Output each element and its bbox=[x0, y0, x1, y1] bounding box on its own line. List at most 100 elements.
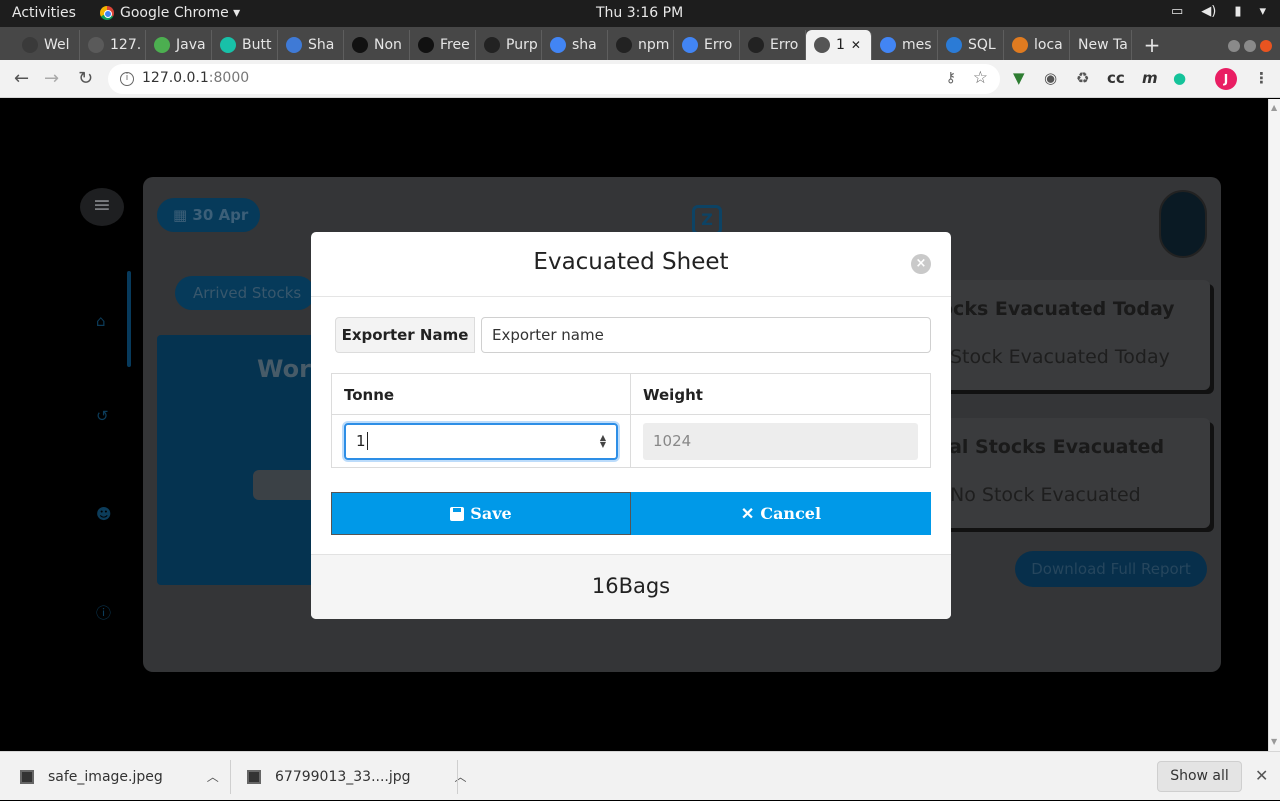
browser-tab[interactable]: 127. bbox=[80, 30, 146, 60]
total-evacuated-value: No Stock Evacuated bbox=[950, 484, 1141, 506]
info-circle-icon[interactable]: ⓘ bbox=[96, 602, 111, 623]
back-icon[interactable]: ← bbox=[14, 68, 29, 89]
tab-strip: Wel 127. Java Butt Sha Non Free Purp sha npm Erro E… bbox=[0, 27, 1280, 60]
scroll-up-icon[interactable]: ▲ bbox=[1271, 103, 1277, 112]
tonne-input[interactable]: 1 ▲ ▼ bbox=[344, 423, 618, 460]
system-tray[interactable]: ▭ ◀) ▮ ▾ bbox=[1171, 4, 1266, 19]
tab-label: Non bbox=[374, 37, 402, 53]
favicon-icon bbox=[616, 37, 632, 53]
browser-tab[interactable]: npm bbox=[608, 30, 674, 60]
tab-label: SQL bbox=[968, 37, 996, 53]
favicon-icon bbox=[682, 37, 698, 53]
table-header: Tonne Weight bbox=[332, 374, 930, 415]
tab-label: mes bbox=[902, 37, 932, 53]
tonne-header: Tonne bbox=[332, 374, 631, 414]
browser-tab[interactable]: Java bbox=[146, 30, 212, 60]
tab-label: 1 bbox=[836, 37, 845, 53]
divider bbox=[230, 760, 231, 794]
system-top-bar: Activities Google Chrome ▾ Thu 3:16 PM ▭… bbox=[0, 0, 1280, 27]
url-host: 127.0.0.1 bbox=[142, 70, 209, 86]
weight-input: 1024 bbox=[643, 423, 918, 460]
save-icon bbox=[450, 506, 465, 521]
user-avatar[interactable] bbox=[1159, 190, 1207, 258]
browser-tab[interactable]: Free bbox=[410, 30, 476, 60]
tab-label: Erro bbox=[770, 37, 799, 53]
tonne-value: 1 bbox=[356, 432, 366, 450]
date-badge: ▦ 30 Apr bbox=[157, 198, 260, 232]
tab-label: Butt bbox=[242, 37, 272, 53]
evacuated-today-card: ocks Evacuated Today Stock Evacuated Tod… bbox=[930, 280, 1210, 390]
forward-icon[interactable]: → bbox=[44, 68, 59, 89]
menu-dots-icon[interactable]: ⋮ bbox=[1254, 69, 1269, 87]
profile-avatar[interactable]: J bbox=[1215, 68, 1237, 90]
battery-icon: ▮ bbox=[1234, 4, 1242, 19]
browser-tab[interactable]: 1 ✕ bbox=[806, 30, 872, 60]
recycle-icon[interactable]: ♻ bbox=[1076, 69, 1089, 87]
download-item[interactable]: safe_image.jpeg ︿ bbox=[20, 752, 219, 801]
vue-devtools-icon[interactable]: ▼ bbox=[1013, 69, 1025, 87]
key-icon[interactable]: ⚷ bbox=[946, 70, 956, 86]
history-icon[interactable]: ↺ bbox=[96, 407, 109, 425]
favicon-icon bbox=[550, 37, 566, 53]
page-scrollbar[interactable]: ▲ ▼ bbox=[1268, 99, 1280, 751]
tab-label: loca bbox=[1034, 37, 1063, 53]
m-extension-icon[interactable]: m bbox=[1142, 69, 1158, 87]
grammarly-icon[interactable]: ● bbox=[1173, 69, 1186, 87]
activities-button[interactable]: Activities bbox=[12, 5, 76, 21]
browser-tab[interactable]: Wel bbox=[14, 30, 80, 60]
browser-tab[interactable]: Sha bbox=[278, 30, 344, 60]
close-window-icon[interactable] bbox=[1260, 40, 1272, 52]
new-tab-icon[interactable]: + bbox=[1132, 30, 1172, 60]
browser-tab[interactable]: mes bbox=[872, 30, 938, 60]
download-item[interactable]: 67799013_33....jpg ︿ bbox=[247, 752, 467, 801]
window-controls bbox=[1228, 40, 1280, 60]
users-icon[interactable]: ☻ bbox=[96, 505, 112, 523]
evacuated-today-title: ocks Evacuated Today bbox=[940, 298, 1175, 320]
cc-icon[interactable]: cc bbox=[1107, 69, 1125, 87]
show-all-button[interactable]: Show all bbox=[1157, 761, 1242, 792]
home-icon[interactable]: ⌂ bbox=[96, 312, 106, 330]
browser-tab[interactable]: Erro bbox=[674, 30, 740, 60]
save-label: Save bbox=[470, 504, 512, 523]
bookmark-star-icon[interactable]: ☆ bbox=[973, 68, 988, 88]
close-icon[interactable]: × bbox=[911, 254, 931, 274]
arrived-stocks-tab[interactable]: Arrived Stocks bbox=[175, 276, 315, 310]
chrome-icon bbox=[100, 6, 114, 20]
download-report-button[interactable]: Download Full Report bbox=[1015, 551, 1207, 587]
download-filename: safe_image.jpeg bbox=[48, 768, 163, 785]
browser-tab[interactable]: Butt bbox=[212, 30, 278, 60]
exporter-row: Exporter Name Exporter name bbox=[335, 317, 931, 353]
browser-tab[interactable]: SQL bbox=[938, 30, 1004, 60]
extension-icon[interactable]: ◉ bbox=[1044, 69, 1057, 87]
favicon-icon bbox=[484, 37, 500, 53]
browser-tab[interactable]: Purp bbox=[476, 30, 542, 60]
scroll-down-icon[interactable]: ▼ bbox=[1271, 737, 1277, 746]
favicon-icon bbox=[286, 37, 302, 53]
address-bar[interactable]: i 127.0.0.1:8000 ⚷ ☆ bbox=[108, 64, 1000, 94]
close-icon[interactable]: ✕ bbox=[1255, 766, 1268, 785]
display-icon: ▭ bbox=[1170, 4, 1184, 19]
clock[interactable]: Thu 3:16 PM bbox=[596, 5, 683, 21]
browser-tab[interactable]: loca bbox=[1004, 30, 1070, 60]
number-stepper-icon[interactable]: ▲ ▼ bbox=[600, 434, 606, 449]
app-menu[interactable]: Google Chrome ▾ bbox=[100, 5, 240, 21]
weight-header: Weight bbox=[643, 386, 703, 404]
evacuated-sheet-modal: Evacuated Sheet × Exporter Name Exporter… bbox=[311, 232, 951, 619]
browser-tab[interactable]: Erro bbox=[740, 30, 806, 60]
favicon-icon bbox=[880, 37, 896, 53]
chevron-up-icon[interactable]: ︿ bbox=[207, 768, 219, 785]
browser-tab[interactable]: New Ta bbox=[1070, 30, 1132, 60]
info-icon[interactable]: i bbox=[120, 72, 134, 86]
maximize-icon[interactable] bbox=[1244, 40, 1256, 52]
reload-icon[interactable]: ↻ bbox=[78, 68, 93, 89]
close-tab-icon[interactable]: ✕ bbox=[851, 38, 861, 52]
favicon-icon bbox=[814, 37, 830, 53]
browser-tab[interactable]: Non bbox=[344, 30, 410, 60]
minimize-icon[interactable] bbox=[1228, 40, 1240, 52]
browser-tab[interactable]: sha bbox=[542, 30, 608, 60]
cancel-button[interactable]: ✕ Cancel bbox=[631, 492, 931, 535]
exporter-name-input[interactable]: Exporter name bbox=[481, 317, 931, 353]
favicon-icon bbox=[352, 37, 368, 53]
hamburger-menu-icon[interactable]: ≡ bbox=[80, 188, 124, 226]
save-button[interactable]: Save bbox=[331, 492, 631, 535]
